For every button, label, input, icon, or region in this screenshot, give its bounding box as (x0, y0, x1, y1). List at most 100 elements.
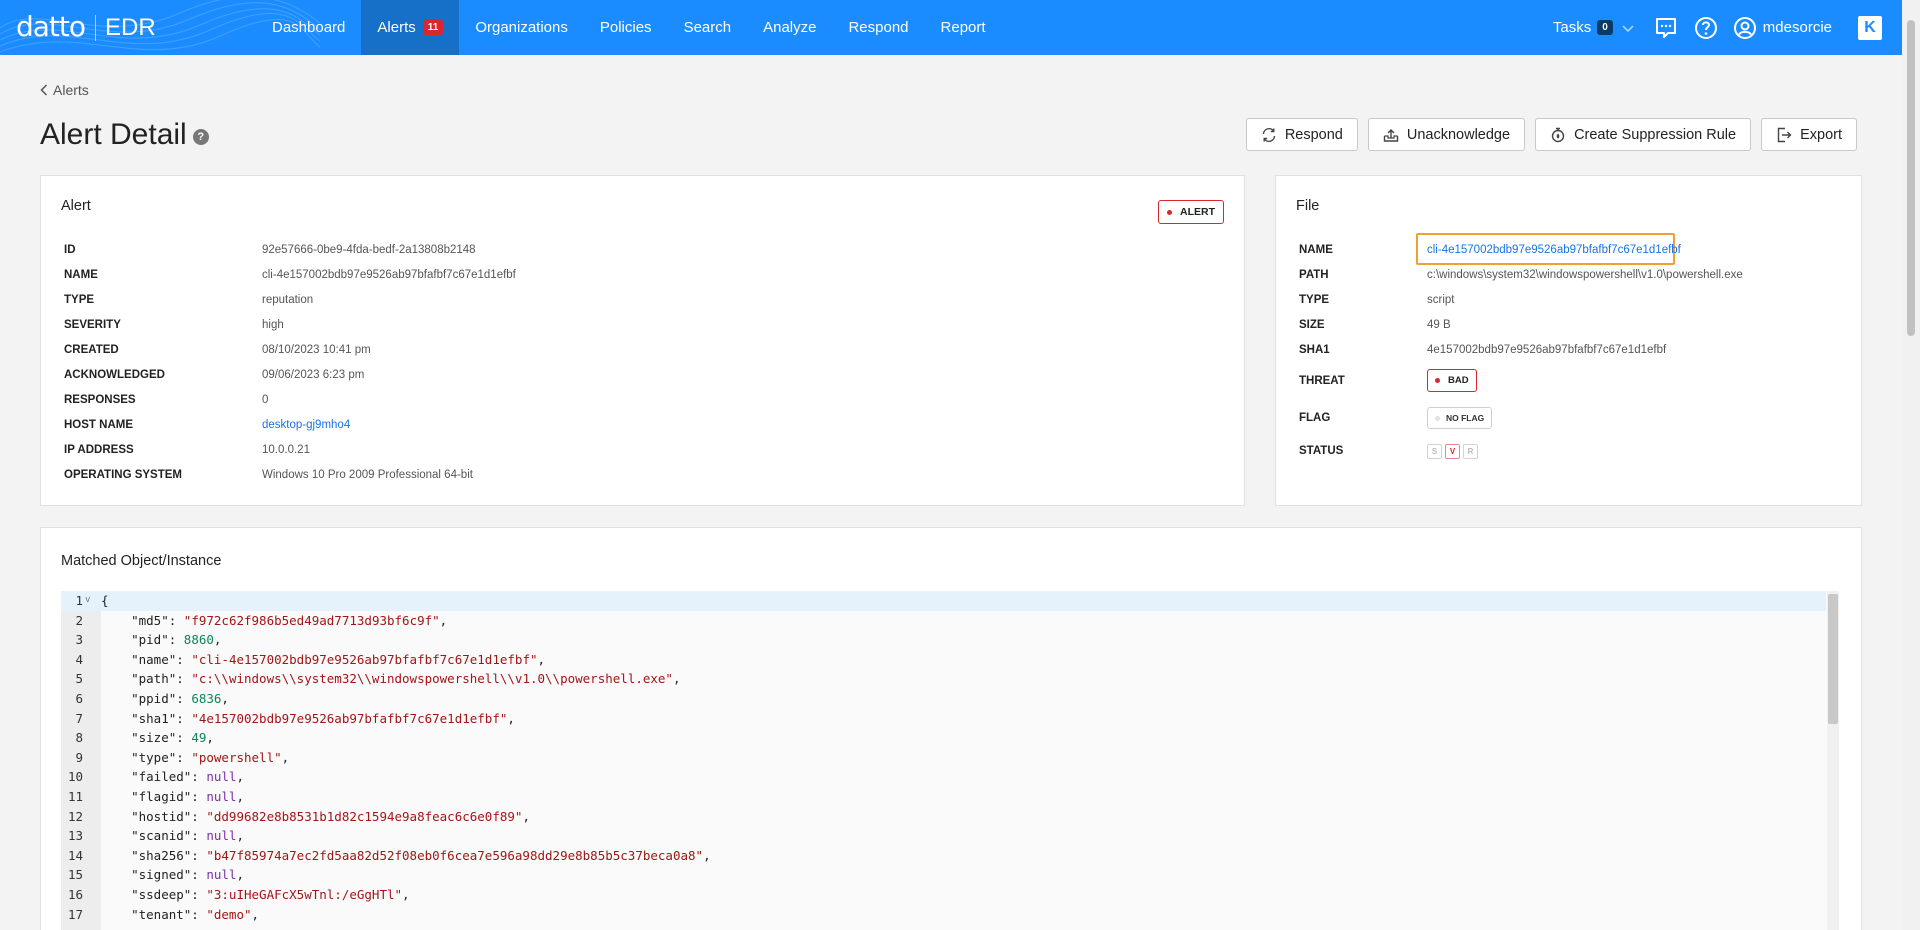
top-nav-bar: datto EDR Dashboard Alerts 11 Organizatio… (0, 0, 1902, 55)
json-value: null (206, 867, 237, 883)
create-suppression-rule-button[interactable]: Create Suppression Rule (1535, 118, 1752, 151)
json-value: null (206, 828, 237, 844)
host-name-link[interactable]: desktop-gj9mho4 (262, 419, 350, 431)
user-menu[interactable]: mdesorcie (1733, 16, 1832, 40)
code-text: "sha1": "4e157002bdb97e9526ab97bfafbf7c6… (101, 710, 515, 726)
page-scrollbar-thumb[interactable] (1907, 20, 1915, 336)
refresh-icon (1262, 127, 1276, 142)
alert-row-key: SEVERITY (64, 319, 121, 331)
json-value: "3:uIHeGAFcX5wTnl:/eGgHTl" (206, 887, 403, 902)
export-icon (1777, 127, 1792, 142)
nav-report[interactable]: Report (925, 0, 1002, 55)
code-text: "type": "powershell", (101, 749, 290, 765)
nav-right-tools: Tasks 0 mdesorcie K (1553, 0, 1882, 55)
editor-scrollbar[interactable] (1827, 591, 1839, 930)
code-text: "pid": 8860, (101, 632, 222, 648)
matched-object-title: Matched Object/Instance (61, 553, 222, 569)
nav-organizations[interactable]: Organizations (459, 0, 584, 55)
alert-row-key: CREATED (64, 344, 119, 356)
threat-bad-pill: BAD (1427, 369, 1477, 392)
page-title-text: Alert Detail (40, 118, 187, 151)
code-text: "sha256": "b47f85974a7ec2fd5aa82d52f08eb… (101, 847, 711, 863)
alert-row-value: 0 (262, 394, 269, 406)
json-value: null (206, 769, 237, 785)
nav-dashboard[interactable]: Dashboard (256, 0, 361, 55)
nav-report-label: Report (940, 19, 986, 36)
json-value: null (206, 789, 237, 804)
tasks-dropdown[interactable]: Tasks 0 (1553, 19, 1635, 36)
code-text: "signed": null, (101, 867, 244, 883)
line-number: 7 (75, 710, 83, 726)
nav-dashboard-label: Dashboard (272, 19, 346, 36)
breadcrumb-back-alerts[interactable]: Alerts (40, 82, 89, 98)
json-value: "c:\\windows\\system32\\windowspowershel… (191, 671, 673, 687)
nav-analyze[interactable]: Analyze (747, 0, 832, 55)
status-s-box: S (1427, 444, 1442, 459)
line-number: 2 (75, 612, 83, 628)
flag-pill[interactable]: NO FLAG (1427, 407, 1493, 429)
respond-button[interactable]: Respond (1245, 118, 1358, 151)
alert-dot (1167, 209, 1172, 215)
inbox-upload-icon (1383, 128, 1399, 142)
product-name: EDR (105, 14, 156, 41)
line-number: 5 (75, 671, 83, 687)
json-value: "f972c62f986b5ed49ad7713d93bf6c9f" (183, 612, 440, 628)
nav-organizations-label: Organizations (475, 19, 568, 36)
nav-policies[interactable]: Policies (584, 0, 668, 55)
feedback-icon[interactable] (1653, 15, 1679, 41)
code-text: "tenant": "demo", (101, 906, 260, 922)
status-indicators: S V R (1427, 444, 1481, 459)
flag-badge: NO FLAG (1427, 407, 1493, 429)
line-number: 1 (75, 593, 83, 608)
json-value: "powershell" (191, 749, 282, 765)
json-value: 49 (191, 730, 207, 746)
alert-row-key: IP ADDRESS (64, 444, 134, 456)
line-number: 10 (67, 769, 83, 785)
status-r-box: R (1463, 444, 1478, 459)
file-sha1-value: 4e157002bdb97e9526ab97bfafbf7c67e1d1efbf (1427, 344, 1667, 356)
nav-alerts[interactable]: Alerts 11 (361, 0, 460, 55)
datto-edr-logo[interactable]: datto EDR (16, 10, 156, 43)
file-row-key: SHA1 (1299, 344, 1330, 356)
help-icon[interactable] (1693, 15, 1719, 41)
nav-respond[interactable]: Respond (832, 0, 924, 55)
code-text: "md5": "f972c62f986b5ed49ad7713d93bf6c9f… (101, 612, 448, 628)
threat-label: BAD (1448, 375, 1469, 386)
json-value: "cli-4e157002bdb97e9526ab97bfafbf7c67e1d… (191, 651, 538, 667)
code-text: "scanid": null, (101, 828, 244, 844)
export-button[interactable]: Export (1761, 118, 1857, 151)
action-buttons: Respond Unacknowledge Create Suppression… (1236, 118, 1857, 151)
page-scrollbar[interactable] (1902, 0, 1920, 930)
fold-toggle-icon[interactable]: v (85, 591, 90, 611)
alert-row-value: reputation (262, 294, 314, 306)
alert-row-key: RESPONSES (64, 394, 136, 406)
file-row-key: STATUS (1299, 445, 1344, 457)
logo-divider (95, 14, 97, 41)
code-text: "failed": null, (101, 769, 244, 785)
suppression-icon (1551, 127, 1565, 142)
line-number: 4 (75, 651, 83, 667)
tasks-label: Tasks (1552, 19, 1592, 36)
code-text: "hostid": "dd99682e8b8531b1d82c1594e9a8f… (101, 808, 530, 824)
editor-scrollbar-thumb[interactable] (1828, 594, 1838, 724)
file-row-key: TYPE (1299, 294, 1330, 306)
help-icon[interactable]: ? (192, 129, 209, 145)
threat-dot (1435, 378, 1440, 383)
alert-card-title: Alert (61, 198, 91, 214)
unacknowledge-button[interactable]: Unacknowledge (1367, 118, 1526, 151)
code-text: "size": 49, (101, 730, 214, 746)
alerts-count-badge: 11 (422, 20, 444, 35)
kaseya-app-icon[interactable]: K (1858, 15, 1882, 40)
nav-search-label: Search (683, 19, 732, 36)
json-code-editor[interactable]: 1 v {2 "md5": "f972c62f986b5ed49ad7713d93b… (61, 591, 1839, 930)
file-row-key: PATH (1299, 269, 1329, 281)
nav-alerts-label: Alerts (377, 19, 416, 36)
line-number: 9 (75, 749, 83, 765)
json-value: "demo" (206, 906, 252, 922)
file-name-link[interactable]: cli-4e157002bdb97e9526ab97bfafbf7c67e1d1… (1427, 244, 1681, 256)
line-number: 17 (67, 906, 83, 922)
flag-dot (1435, 415, 1440, 421)
nav-search[interactable]: Search (668, 0, 748, 55)
code-text: { (101, 593, 109, 608)
alert-card: Alert ALERT ID 92e57666-0be9-4fda-bedf-2a… (40, 175, 1245, 506)
